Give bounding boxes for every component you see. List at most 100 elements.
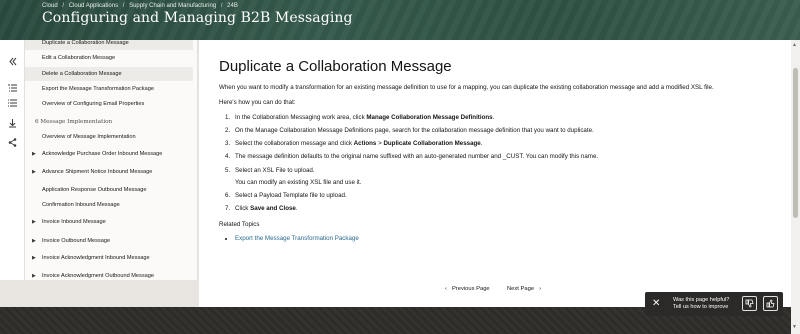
nav-item-label: Overview of Message Implementation: [42, 134, 136, 140]
nav-item-label: Duplicate a Collaboration Message: [42, 40, 129, 46]
nav-group-label: 6 Message Implementation: [35, 119, 113, 125]
caret-right-icon[interactable]: ▶: [32, 251, 36, 265]
toc-icon[interactable]: [7, 83, 18, 94]
step-number: 1.: [225, 114, 231, 121]
nav-item-label: Acknowledge Purchase Order Inbound Messa…: [42, 151, 163, 157]
step-1: In the Collaboration Messaging work area…: [235, 114, 494, 121]
page-title: Duplicate a Collaboration Message: [219, 58, 452, 75]
caret-right-icon[interactable]: ▶: [32, 234, 36, 248]
ui-term: Duplicate Collaboration Message: [383, 140, 481, 147]
article-content: Duplicate a Collaboration Message When y…: [199, 40, 791, 307]
scroll-up-icon[interactable]: ▲: [792, 42, 797, 48]
nav-item-label: Overview of Configuring Email Properties: [42, 101, 145, 107]
chevron-left-icon: ‹: [445, 286, 447, 292]
step-2: On the Manage Collaboration Message Defi…: [235, 127, 594, 134]
step-number: 6.: [225, 192, 231, 199]
thumbs-up-icon: [766, 299, 775, 308]
caret-right-icon[interactable]: ▶: [32, 147, 36, 161]
nav-item-confirmation-inbound[interactable]: Confirmation Inbound Message: [25, 198, 193, 212]
thumbs-up-button[interactable]: [763, 296, 778, 311]
nav-item-asn-inbound[interactable]: ▶ Advance Shipment Notice Inbound Message: [25, 165, 193, 179]
page-scrollbar[interactable]: ▲ ▼: [791, 40, 800, 334]
nav-item-invoice-ack-outbound[interactable]: ▶ Invoice Acknowledgment Outbound Message: [25, 269, 193, 280]
ui-term: Manage Collaboration Message Definitions: [366, 114, 493, 121]
feedback-question: Was this page helpful?: [673, 297, 730, 303]
step-text: .: [295, 205, 298, 212]
step-number: 3.: [225, 140, 231, 147]
share-icon[interactable]: [7, 137, 18, 148]
feedback-improve-link[interactable]: Tell us how to improve: [673, 304, 728, 310]
step-text: In the Collaboration Messaging work area…: [235, 114, 367, 121]
nav-item-invoice-inbound[interactable]: ▶ Invoice Inbound Message: [25, 215, 193, 229]
list-icon[interactable]: [7, 98, 18, 109]
breadcrumb-separator: /: [122, 3, 125, 9]
step-text: Select an XSL File to upload.: [235, 167, 315, 174]
step-text: Click: [235, 205, 251, 212]
thumbs-down-button[interactable]: [742, 296, 757, 311]
nav-item-label: Confirmation Inbound Message: [42, 202, 120, 208]
caret-right-icon[interactable]: ▶: [32, 269, 36, 280]
breadcrumb-cloud-applications[interactable]: Cloud Applications: [69, 3, 118, 9]
close-icon[interactable]: ✕: [652, 298, 660, 309]
nav-group-message-implementation[interactable]: 6 Message Implementation: [25, 115, 193, 129]
nav-item-duplicate-collaboration-message[interactable]: Duplicate a Collaboration Message: [25, 40, 193, 50]
book-title[interactable]: Configuring and Managing B2B Messaging: [42, 10, 353, 26]
step-text: The message definition defaults to the o…: [235, 153, 599, 160]
step-3: Select the collaboration message and cli…: [235, 140, 482, 147]
page-header: Cloud / Cloud Applications / Supply Chai…: [0, 0, 800, 40]
step-4: The message definition defaults to the o…: [235, 153, 598, 160]
nav-item-label: Delete a Collaboration Message: [42, 71, 122, 77]
intro-paragraph: When you want to modify a transformation…: [219, 84, 714, 91]
nav-item-acknowledge-po-inbound[interactable]: ▶ Acknowledge Purchase Order Inbound Mess…: [25, 147, 193, 161]
step-text: Select the collaboration message and cli…: [235, 140, 354, 147]
breadcrumb-supply-chain[interactable]: Supply Chain and Manufacturing: [129, 3, 216, 9]
breadcrumb-separator: /: [220, 3, 223, 9]
download-icon[interactable]: [7, 118, 18, 129]
next-page-link[interactable]: Next Page ›: [507, 286, 541, 292]
nav-item-label: Invoice Acknowledgment Outbound Message: [42, 273, 154, 279]
list-bullet: [225, 238, 227, 240]
step-number: 5.: [225, 167, 231, 174]
step-text: .: [480, 140, 483, 147]
nav-item-export-transformation-package[interactable]: Export the Message Transformation Packag…: [25, 82, 193, 96]
previous-page-label: Previous Page: [451, 286, 490, 292]
breadcrumb-cloud[interactable]: Cloud: [42, 3, 58, 9]
thumbs-down-icon: [745, 299, 754, 308]
previous-page-link[interactable]: ‹ Previous Page: [445, 286, 490, 292]
breadcrumb: Cloud / Cloud Applications / Supply Chai…: [42, 3, 241, 9]
nav-item-edit-collaboration-message[interactable]: Edit a Collaboration Message: [25, 51, 193, 65]
nav-item-invoice-ack-inbound[interactable]: ▶ Invoice Acknowledgment Inbound Message: [25, 251, 193, 265]
step-text: .: [492, 114, 495, 121]
step-text: You can modify an existing XSL file and …: [235, 179, 362, 186]
ui-term: Save and Close: [250, 205, 296, 212]
step-text: Select a Payload Template file to upload…: [235, 192, 347, 199]
nav-item-label: Invoice Outbound Message: [42, 238, 111, 244]
nav-item-delete-collaboration-message[interactable]: Delete a Collaboration Message: [25, 67, 193, 81]
step-5: Select an XSL File to upload.: [235, 167, 315, 174]
nav-item-label: Invoice Acknowledgment Inbound Message: [42, 255, 150, 261]
icon-rail: [0, 40, 25, 280]
toc-sidebar: Duplicate a Collaboration Message Edit a…: [25, 40, 198, 280]
nav-item-email-properties[interactable]: Overview of Configuring Email Properties: [25, 97, 193, 111]
nav-item-label: Export the Message Transformation Packag…: [42, 86, 154, 92]
caret-right-icon[interactable]: ▶: [32, 165, 36, 179]
scrollbar-thumb[interactable]: [793, 68, 798, 218]
breadcrumb-separator: /: [62, 3, 65, 9]
step-text: On the Manage Collaboration Message Defi…: [235, 127, 594, 134]
step-number: 7.: [225, 205, 231, 212]
nav-item-invoice-outbound[interactable]: ▶ Invoice Outbound Message: [25, 234, 193, 248]
step-number: 2.: [225, 127, 231, 134]
howto-paragraph: Here's how you can do that:: [219, 99, 296, 106]
caret-right-icon[interactable]: ▶: [32, 215, 36, 229]
nav-item-label: Advance Shipment Notice Inbound Message: [42, 169, 153, 175]
nav-item-label: Invoice Inbound Message: [42, 219, 106, 225]
scroll-down-icon[interactable]: ▼: [792, 324, 797, 330]
nav-item-overview-message-implementation[interactable]: Overview of Message Implementation: [25, 130, 193, 144]
related-link-export-package[interactable]: Export the Message Transformation Packag…: [235, 235, 359, 242]
ui-term: Actions: [353, 140, 377, 147]
step-5-note: You can modify an existing XSL file and …: [235, 179, 361, 186]
collapse-icon[interactable]: [7, 56, 18, 67]
nav-item-application-response-outbound[interactable]: Application Response Outbound Message: [25, 183, 193, 197]
breadcrumb-release[interactable]: 24B: [227, 3, 238, 9]
feedback-popup: ✕ Was this page helpful? Tell us how to …: [645, 292, 783, 316]
